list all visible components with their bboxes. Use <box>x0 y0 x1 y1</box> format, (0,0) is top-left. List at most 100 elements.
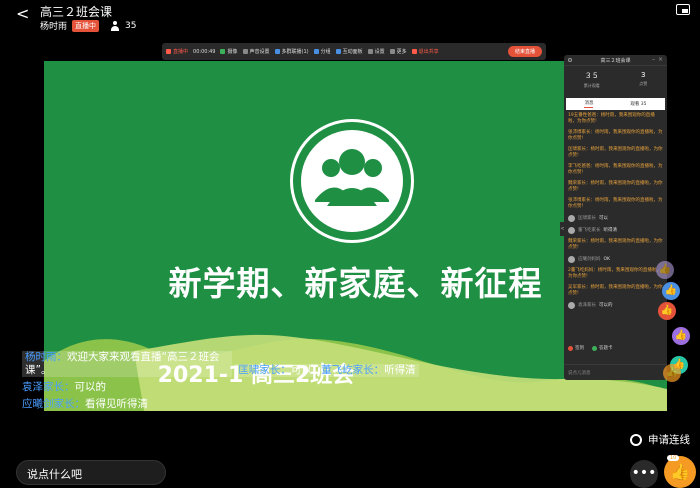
floating-like-icon: 👍 <box>658 302 676 320</box>
list-item: 吴军家长：杨时雨，我来围观你的直播啦，为你点赞! <box>568 285 663 296</box>
gear-icon <box>367 49 373 54</box>
toolbar-divide[interactable]: 分组 <box>313 48 331 55</box>
interact-icon <box>335 49 341 54</box>
toolbar-multigroup-label: 多群联播(1) <box>281 49 309 55</box>
toolbar-interact[interactable]: 互动面板 <box>335 48 363 55</box>
list-item: 匡啸家长 可以 <box>568 215 663 222</box>
panel-title: 高三２班会课 <box>600 57 631 64</box>
floating-like-icon: 👍 <box>672 327 690 345</box>
picture-in-picture-icon[interactable] <box>676 4 690 15</box>
comment-input[interactable]: 说点什么吧 <box>16 460 166 485</box>
group-people-icon <box>315 149 389 206</box>
message-author: 董飞屹家长 <box>578 227 601 233</box>
thumbs-up-icon: 👍 <box>670 462 690 481</box>
stat-total-views: ３５ 累计观看 <box>584 71 600 98</box>
panel-message-input[interactable]: 说点儿消息 <box>564 364 667 380</box>
list-item: 应曦剑家长：看得见听得清 <box>22 398 419 411</box>
stat-likes-num: 3 <box>641 71 646 79</box>
list-item: 董飞屹家长：听得清 <box>318 364 419 377</box>
toolbar-sound[interactable]: 声音设置 <box>242 48 270 55</box>
toolbar-more[interactable]: 更多 <box>389 48 407 55</box>
message-author: 匡啸家长 <box>578 215 596 221</box>
comment-text: 看得见听得清 <box>85 398 148 410</box>
panel-actions: 签到 答题卡 <box>568 345 613 351</box>
message-author: 袁泽家长 <box>578 302 596 308</box>
live-indicator: 直播中 <box>166 48 188 55</box>
mic-icon <box>242 49 248 54</box>
apply-connect-label: 申请连线 <box>648 434 690 446</box>
toolbar-sound-label: 声音设置 <box>249 49 270 55</box>
checkin-label: 签到 <box>575 346 584 351</box>
message-text: OK <box>603 256 611 262</box>
host-info: 杨时雨 直播中 35 <box>40 19 136 32</box>
host-name: 杨时雨 <box>40 22 68 32</box>
list-item: 匡啸家长：可以 <box>235 364 315 377</box>
exit-share-label: 退出共享 <box>418 49 439 55</box>
checkin-icon <box>568 345 573 351</box>
viewer-icon <box>110 20 120 31</box>
list-item: 应曦剑妈妈 OK <box>568 256 663 263</box>
toolbar-camera-label: 摄像 <box>227 49 238 55</box>
more-button[interactable]: ••• <box>630 460 658 488</box>
minimize-icon[interactable]: – <box>652 56 655 63</box>
divide-icon <box>313 49 319 54</box>
answer-card-icon <box>592 345 597 351</box>
close-icon[interactable]: × <box>658 56 663 63</box>
stat-likes-label: 点赞 <box>639 81 648 86</box>
live-toolbar: 直播中 00:00:49 摄像 声音设置 多群联播(1) 分组 互动面板 设置 … <box>162 43 546 60</box>
answer-card-button[interactable]: 答题卡 <box>592 345 613 351</box>
exit-icon <box>411 49 417 54</box>
comment-author: 匡啸家长： <box>238 364 291 376</box>
apply-connect-button[interactable]: 申请连线 <box>630 432 690 447</box>
live-icon <box>166 49 171 54</box>
list-item: 魏荣家长：杨时雨，我来围观你的直播啦，为你点赞! <box>568 239 663 250</box>
stat-total-views-num: ３５ <box>584 72 599 80</box>
avatar <box>568 256 575 263</box>
toolbar-more-label: 更多 <box>396 49 407 55</box>
link-icon <box>630 433 642 446</box>
toolbar-camera[interactable]: 摄像 <box>220 48 238 55</box>
chat-panel: 高三２班会课 – × ３５ 累计观看 3 点赞 消息 观看 35 19五番性爸爸… <box>564 55 667 380</box>
back-button[interactable]: < <box>16 4 29 23</box>
page-title: 高三２班会课 <box>40 5 113 19</box>
end-live-button[interactable]: 结束直播 <box>507 46 542 57</box>
comment-author: 杨时雨： <box>25 351 67 363</box>
panel-tabs: 消息 观看 35 <box>566 98 665 110</box>
answer-card-label: 答题卡 <box>599 346 613 351</box>
message-list: 19五番性爸爸：杨时雨，我来围观你的直播啦，为你点赞! 张沛博家长：杨时雨，我来… <box>564 110 667 317</box>
list-item: 2董飞屹妈妈：杨时雨，我来围观你的直播啦，为你点赞! <box>568 268 661 279</box>
list-item: 袁泽家长：可以的 <box>22 381 419 394</box>
camera-icon <box>220 49 226 54</box>
tab-messages[interactable]: 消息 <box>584 100 594 108</box>
toolbar-multigroup[interactable]: 多群联播(1) <box>274 48 309 55</box>
like-count-badge: 10 <box>667 455 680 461</box>
comment-text: 可以的 <box>74 381 107 393</box>
stat-likes: 3 点赞 <box>639 71 647 98</box>
exit-share-button[interactable]: 退出共享 <box>411 48 439 55</box>
toolbar-interact-label: 互动面板 <box>342 49 363 55</box>
list-item: 杨时雨：欢迎大家来观看直播“高三２班会课”。 <box>22 351 232 377</box>
toolbar-settings[interactable]: 设置 <box>367 48 385 55</box>
comment-author: 董飞屹家长： <box>321 364 385 376</box>
message-author: 应曦剑妈妈 <box>578 256 601 262</box>
checkin-button[interactable]: 签到 <box>568 345 584 351</box>
list-item: 匡啸家长：杨时雨，我来围观你的直播啦，为你点赞! <box>568 147 663 158</box>
avatar <box>568 215 575 222</box>
list-item: 张沛博家长：杨时雨，我来围观你的直播啦，为你点赞! <box>568 198 663 209</box>
viewer-count: 35 <box>125 20 137 31</box>
floating-like-icon: 👍 <box>663 364 681 382</box>
pin-icon[interactable] <box>568 58 572 62</box>
list-item: 19五番性爸爸：杨时雨，我来围观你的直播啦，为你点赞! <box>568 113 655 124</box>
toolbar-divide-label: 分组 <box>320 49 331 55</box>
group-icon <box>274 49 280 54</box>
comment-author: 应曦剑家长： <box>22 398 85 410</box>
panel-header: 高三２班会课 – × <box>564 55 667 66</box>
tab-viewers[interactable]: 观看 35 <box>630 101 646 107</box>
comment-text: 听得清 <box>384 364 416 376</box>
list-item: 袁泽家长 可以的 <box>568 302 663 309</box>
list-item: 李飞屹爸爸：杨时雨，我来围观你的直播啦，为你点赞! <box>568 164 663 175</box>
live-status-badge: 直播中 <box>72 19 100 32</box>
toolbar-settings-label: 设置 <box>374 49 385 55</box>
avatar <box>568 302 575 309</box>
live-timer: 00:00:49 <box>193 48 216 55</box>
